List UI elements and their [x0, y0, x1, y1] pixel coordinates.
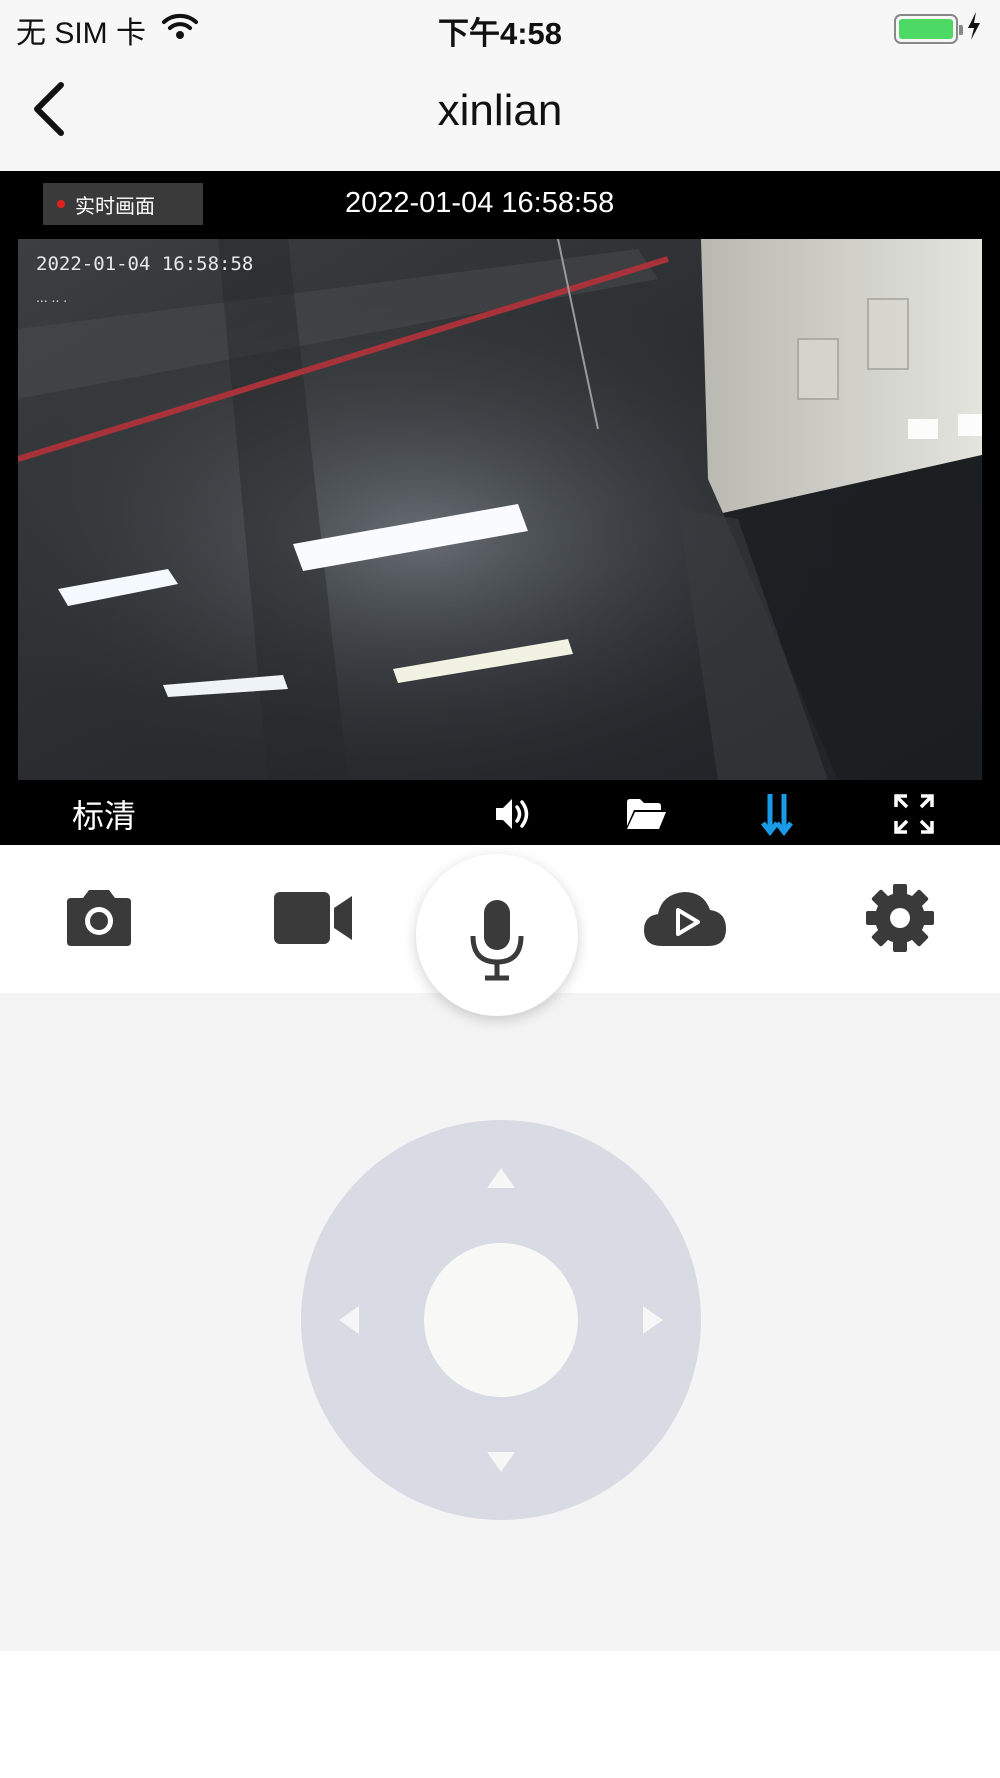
fullscreen-button[interactable] [891, 793, 937, 839]
folder-icon [625, 796, 667, 837]
live-badge: 实时画面 [43, 183, 203, 225]
ptz-left-arrow-icon[interactable] [339, 1306, 359, 1334]
camera-feed-image [18, 239, 982, 780]
bottom-safe-area [0, 1651, 1000, 1778]
ptz-dpad [301, 1120, 701, 1520]
osd-timestamp: 2022-01-04 16:58:58 [36, 253, 254, 275]
video-player: 实时画面 2022-01-04 16:58:58 2022-01-04 16:5… [0, 171, 1000, 845]
folder-button[interactable] [623, 793, 669, 839]
speaker-icon [492, 794, 534, 839]
osd-subtext: ... .. . [36, 289, 68, 305]
stream-arrows-icon [760, 792, 794, 841]
snapshot-button[interactable] [54, 885, 144, 955]
cloud-play-icon [642, 888, 728, 953]
record-button[interactable] [268, 885, 358, 955]
fullscreen-icon [893, 793, 935, 840]
stream-toggle-button[interactable] [754, 793, 800, 839]
video-record-icon [272, 890, 354, 951]
ptz-down-arrow-icon[interactable] [487, 1452, 515, 1472]
ptz-center-button[interactable] [424, 1243, 578, 1397]
camera-feed[interactable]: 2022-01-04 16:58:58 ... .. . [18, 239, 982, 780]
quality-toggle-button[interactable]: 标清 [72, 791, 136, 837]
page-title: xinlian [437, 86, 563, 135]
video-timestamp: 2022-01-04 16:58:58 [345, 187, 615, 219]
video-toolbar: 标清 [0, 785, 1000, 845]
live-dot-icon [57, 200, 65, 208]
live-label: 实时画面 [75, 195, 155, 218]
battery-icon [894, 13, 963, 44]
battery-level [899, 18, 953, 39]
ptz-up-arrow-icon[interactable] [487, 1168, 515, 1188]
ptz-right-arrow-icon[interactable] [643, 1306, 663, 1334]
ptz-control-area [0, 993, 1000, 1651]
action-row [0, 845, 1000, 1016]
talk-button[interactable] [416, 854, 578, 1016]
charging-bolt-icon [966, 12, 982, 45]
settings-gear-icon [864, 882, 936, 959]
status-time: 下午4:58 [437, 16, 563, 51]
nav-bar: xinlian [0, 56, 1000, 171]
status-bar: 无 SIM 卡 下午4:58 [0, 0, 1000, 56]
settings-button[interactable] [855, 883, 945, 955]
camera-icon [63, 888, 135, 953]
microphone-icon [465, 884, 529, 987]
status-right [894, 12, 982, 45]
speaker-button[interactable] [490, 793, 536, 839]
cloud-playback-button[interactable] [640, 885, 730, 955]
